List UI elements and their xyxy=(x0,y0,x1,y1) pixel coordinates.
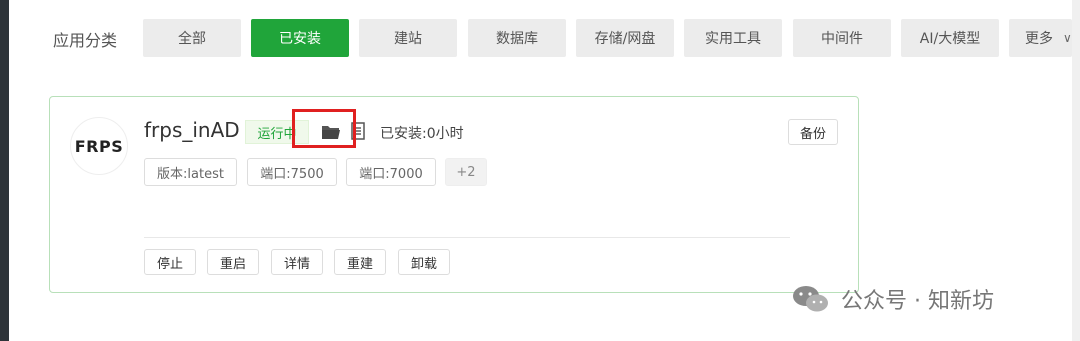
category-label: 应用分类 xyxy=(53,31,118,50)
uninstall-button[interactable]: 卸载 xyxy=(398,249,450,275)
app-card: FRPS frps_inAD 运行中 已安装:0小时 备份 版本:latest … xyxy=(49,96,859,293)
watermark: 公众号 · 知新坊 xyxy=(791,283,994,315)
category-installed-label: 已安装 xyxy=(279,31,321,47)
chevron-down-icon: ∨ xyxy=(1063,31,1072,45)
right-edge xyxy=(1072,0,1080,341)
stop-button[interactable]: 停止 xyxy=(144,249,196,275)
category-installed-button[interactable]: 已安装 xyxy=(251,19,349,57)
rebuild-label: 重建 xyxy=(346,256,373,272)
category-website-button[interactable]: 建站 xyxy=(359,19,457,57)
rebuild-button[interactable]: 重建 xyxy=(334,249,386,275)
port-tag: 端口:7500 xyxy=(247,158,337,186)
port-tag-label: 端口:7000 xyxy=(359,166,423,182)
category-tools-button[interactable]: 实用工具 xyxy=(684,19,782,57)
status-text: 运行中 xyxy=(257,126,297,142)
category-storage-button[interactable]: 存储/网盘 xyxy=(576,19,674,57)
backup-button[interactable]: 备份 xyxy=(788,119,838,145)
uninstall-label: 卸载 xyxy=(410,256,437,272)
left-edge xyxy=(0,0,9,341)
app-logo: FRPS xyxy=(70,117,128,175)
version-tag: 版本:latest xyxy=(144,158,237,186)
restart-button[interactable]: 重启 xyxy=(207,249,259,275)
category-database-label: 数据库 xyxy=(496,31,538,47)
wechat-icon xyxy=(793,286,828,312)
more-tags-label: +2 xyxy=(456,164,476,180)
category-middleware-label: 中间件 xyxy=(821,31,863,47)
category-more-button[interactable]: 更多 ∨ xyxy=(1009,19,1072,57)
category-tools-label: 实用工具 xyxy=(705,31,761,47)
category-all-button[interactable]: 全部 xyxy=(143,19,241,57)
highlight-box xyxy=(292,109,356,148)
main-panel: 应用分类 全部 已安装 建站 数据库 存储/网盘 实用工具 中间件 AI/大模型… xyxy=(9,0,1072,341)
more-tags-badge[interactable]: +2 xyxy=(445,158,487,186)
watermark-text: 公众号 · 知新坊 xyxy=(841,289,994,314)
restart-label: 重启 xyxy=(219,256,246,272)
app-logo-text: FRPS xyxy=(74,136,124,156)
port-tag: 端口:7000 xyxy=(346,158,436,186)
installed-time: 已安装:0小时 xyxy=(380,126,464,142)
details-label: 详情 xyxy=(283,256,310,272)
stop-label: 停止 xyxy=(156,256,183,272)
backup-label: 备份 xyxy=(799,126,826,142)
category-ai-button[interactable]: AI/大模型 xyxy=(901,19,999,57)
category-ai-label: AI/大模型 xyxy=(919,31,981,47)
category-database-button[interactable]: 数据库 xyxy=(468,19,566,57)
version-tag-label: 版本:latest xyxy=(157,166,224,182)
card-divider xyxy=(144,237,790,238)
category-middleware-button[interactable]: 中间件 xyxy=(793,19,891,57)
app-name: frps_inAD xyxy=(144,118,240,142)
category-website-label: 建站 xyxy=(394,31,422,47)
port-tag-label: 端口:7500 xyxy=(260,166,324,182)
category-storage-label: 存储/网盘 xyxy=(594,31,656,47)
details-button[interactable]: 详情 xyxy=(271,249,323,275)
category-all-label: 全部 xyxy=(178,31,206,47)
category-more-label: 更多 xyxy=(1025,31,1053,47)
